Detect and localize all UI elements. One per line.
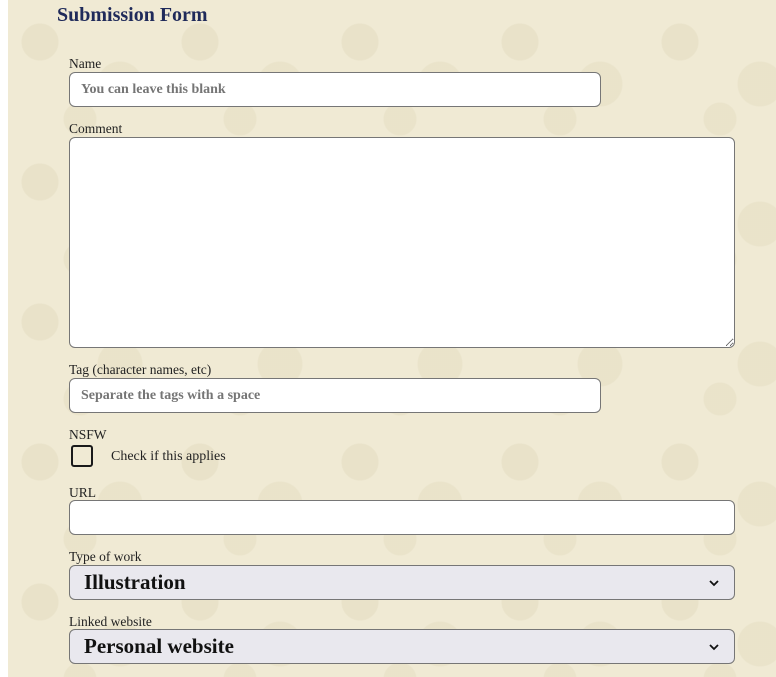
tag-input[interactable] xyxy=(69,378,601,413)
name-input[interactable] xyxy=(69,72,601,107)
type-of-work-label: Type of work xyxy=(69,549,142,564)
form-page: Submission Form Name Comment Tag (charac… xyxy=(8,0,776,677)
name-label: Name xyxy=(69,56,102,71)
comment-textarea[interactable] xyxy=(69,137,735,348)
linked-website-select[interactable]: Personal website xyxy=(69,629,735,664)
nsfw-label: NSFW xyxy=(69,427,107,442)
page-title: Submission Form xyxy=(57,4,208,26)
url-label: URL xyxy=(69,485,96,500)
nsfw-checkbox[interactable] xyxy=(71,445,93,467)
chevron-down-icon xyxy=(709,579,719,586)
tag-label: Tag (character names, etc) xyxy=(69,362,212,377)
url-input[interactable] xyxy=(69,500,735,535)
type-of-work-selected: Illustration xyxy=(84,570,186,594)
type-of-work-select[interactable]: Illustration xyxy=(69,565,735,600)
chevron-down-icon xyxy=(709,643,719,650)
linked-website-selected: Personal website xyxy=(84,634,234,658)
linked-website-label: Linked website xyxy=(69,614,152,629)
nsfw-checkbox-label: Check if this applies xyxy=(111,449,226,464)
comment-label: Comment xyxy=(69,121,123,136)
